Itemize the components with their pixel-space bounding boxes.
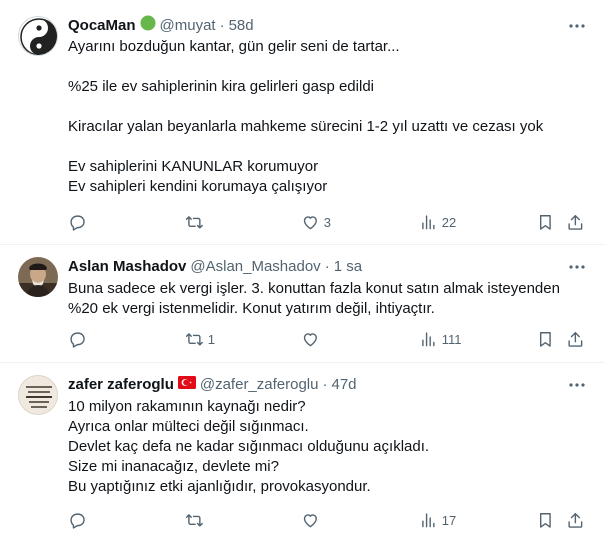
share-icon	[568, 331, 583, 347]
text-image-avatar-icon	[19, 376, 57, 414]
timestamp[interactable]: 58d	[229, 17, 254, 34]
action-bar: 17	[68, 510, 589, 530]
tweet-line: %20 ek vergi istenmelidir. Konut yatırım…	[68, 300, 435, 317]
like-icon	[303, 332, 317, 346]
more-icon[interactable]	[567, 377, 587, 393]
reply-button[interactable]	[68, 212, 91, 232]
tweet-line: Ev sahipleri kendini korumaya çalışıyor	[68, 178, 328, 195]
like-button[interactable]: 3	[301, 212, 331, 232]
tweet-line: Kiracılar yalan beyanlarla mahkeme sürec…	[68, 118, 544, 135]
tweet-line: Bu yaptığınız etki ajanlığıdır, provokas…	[68, 478, 371, 495]
share-button[interactable]	[566, 329, 585, 349]
timestamp[interactable]: 1 sa	[334, 258, 362, 275]
tweet-text: Ayarını bozduğun kantar, gün gelir seni …	[68, 37, 585, 197]
more-icon[interactable]	[567, 259, 587, 275]
reply-button[interactable]	[68, 329, 91, 349]
bookmark-button[interactable]	[536, 510, 555, 530]
share-button[interactable]	[566, 510, 585, 530]
tweet-line: Buna sadece ek vergi işler. 3. konuttan …	[68, 280, 560, 297]
separator-dot: ·	[322, 375, 328, 393]
timestamp[interactable]: 47d	[331, 376, 356, 393]
tweet-2[interactable]: Aslan Mashadov @Aslan_Mashadov · 1 sa Bu…	[0, 245, 605, 363]
retweet-count: 1	[207, 331, 215, 347]
bookmark-icon	[539, 512, 551, 528]
avatar-zafer[interactable]	[18, 375, 58, 415]
views-icon	[422, 513, 435, 527]
tweet-1[interactable]: QocaMan @muyat · 58d Ayarını bozduğun ka…	[0, 0, 605, 245]
portrait-avatar-icon	[18, 257, 58, 297]
views-icon	[422, 332, 435, 346]
retweet-icon	[185, 513, 203, 527]
like-icon	[303, 215, 317, 229]
author-handle[interactable]: @Aslan_Mashadov	[190, 258, 320, 275]
tweet-line: Ayrıca onlar mülteci değil sığınmacı.	[68, 418, 309, 435]
like-button[interactable]	[301, 329, 324, 349]
tweet-line: Size mi inanacağız, devlete mi?	[68, 458, 279, 475]
view-count: 22	[441, 214, 457, 230]
tweet-3[interactable]: zafer zaferoglu @zafer_zaferoglu · 47d 1…	[0, 363, 605, 542]
like-icon	[303, 513, 317, 527]
like-button[interactable]	[301, 510, 324, 530]
views-button[interactable]: 17	[419, 510, 456, 530]
views-button[interactable]: 111	[419, 329, 462, 349]
views-icon	[422, 215, 435, 229]
retweet-button[interactable]: 1	[185, 329, 215, 349]
author-handle[interactable]: @zafer_zaferoglu	[200, 376, 319, 393]
bookmark-button[interactable]	[536, 212, 555, 232]
reply-button[interactable]	[68, 510, 91, 530]
author-name[interactable]: QocaMan	[68, 17, 136, 34]
tweet-line: Devlet kaç defa ne kadar sığınmacı olduğ…	[68, 438, 430, 455]
green-circle-badge-icon	[140, 15, 156, 35]
yin-yang-avatar-icon	[20, 18, 57, 55]
share-button[interactable]	[566, 212, 585, 232]
author-handle[interactable]: @muyat	[160, 17, 216, 34]
views-button[interactable]: 22	[419, 212, 456, 232]
reply-icon	[70, 332, 85, 348]
like-count: 3	[323, 214, 331, 230]
avatar-qocaman[interactable]	[18, 16, 58, 56]
bookmark-icon	[539, 331, 551, 347]
tweet-line: 10 milyon rakamının kaynağı nedir?	[68, 398, 306, 415]
reply-icon	[70, 513, 85, 529]
author-name[interactable]: zafer zaferoglu	[68, 376, 174, 393]
tweet-header: QocaMan @muyat · 58d	[68, 14, 565, 36]
retweet-icon	[185, 215, 203, 229]
avatar-aslan[interactable]	[18, 257, 58, 297]
turkish-flag-icon	[177, 375, 196, 393]
retweet-icon	[185, 332, 203, 346]
author-name[interactable]: Aslan Mashadov	[68, 258, 186, 275]
view-count: 17	[441, 512, 457, 528]
bookmark-icon	[539, 214, 551, 230]
tweet-text: Buna sadece ek vergi işler. 3. konuttan …	[68, 279, 585, 319]
share-icon	[568, 214, 583, 230]
tweet-header: Aslan Mashadov @Aslan_Mashadov · 1 sa	[68, 255, 565, 277]
tweet-line: Ayarını bozduğun kantar, gün gelir seni …	[68, 38, 400, 55]
bookmark-button[interactable]	[536, 329, 555, 349]
tweet-line: Ev sahiplerini KANUNLAR korumuyor	[68, 158, 319, 175]
action-bar: 1 111	[68, 329, 589, 349]
retweet-button[interactable]	[185, 212, 208, 232]
retweet-button[interactable]	[185, 510, 208, 530]
reply-icon	[70, 215, 85, 231]
tweet-line: %25 ile ev sahiplerinin kira gelirleri g…	[68, 78, 374, 95]
more-icon[interactable]	[567, 18, 587, 34]
tweet-header: zafer zaferoglu @zafer_zaferoglu · 47d	[68, 373, 565, 395]
separator-dot: ·	[324, 257, 330, 275]
tweet-text: 10 milyon rakamının kaynağı nedir? Ayrıc…	[68, 397, 585, 497]
share-icon	[568, 512, 583, 528]
action-bar: 3 22	[68, 212, 589, 232]
separator-dot: ·	[219, 16, 225, 34]
view-count: 111	[441, 331, 462, 347]
